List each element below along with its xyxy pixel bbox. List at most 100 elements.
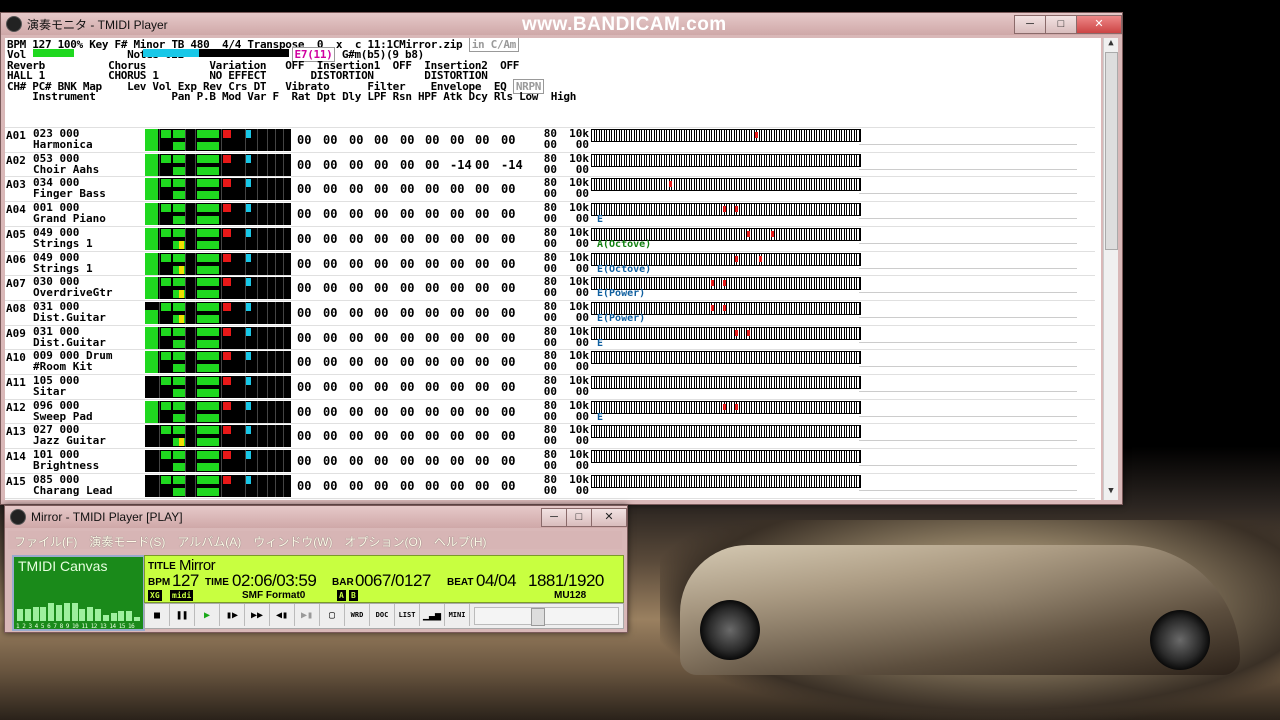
monitor-scrollbar[interactable]: ▲ ▼	[1103, 38, 1118, 500]
mini-button[interactable]: MINI	[445, 604, 470, 626]
parameter-value: 00	[501, 404, 516, 419]
minimize-button[interactable]: ─	[541, 507, 567, 527]
parameter-value: 00	[475, 281, 490, 296]
menu-bar: ファイル(F) 演奏モード(S) アルバム(A) ウィンドウ(W) オプション(O) ヘル…	[8, 531, 622, 549]
channel-row[interactable]: A07 030 000 OverdriveGtr 00 00 00 00 00 00 00 00 00…	[5, 275, 1095, 300]
scroll-up-arrow-icon[interactable]: ▲	[1104, 38, 1118, 52]
next-button[interactable]: ▶▮	[295, 604, 320, 626]
menu-item[interactable]: ヘルプ(H)	[428, 531, 493, 549]
scroll-down-arrow-icon[interactable]: ▼	[1104, 486, 1118, 500]
seek-slider[interactable]	[474, 607, 619, 626]
close-button[interactable]: ✕	[1076, 14, 1122, 34]
previous-button[interactable]: ◀▮	[270, 604, 295, 626]
maximize-button[interactable]: □	[566, 507, 592, 527]
parameter-value: 00	[501, 380, 516, 394]
channel-row[interactable]: A08 031 000 Dist.Guitar 00 00 00 00 00 00 00 00 00 8…	[5, 299, 1095, 325]
meter-divider	[257, 474, 258, 497]
channel-row[interactable]: A05 049 000 Strings 1 00 00 00 00 00 00 00 00 00 80 0…	[5, 225, 1095, 251]
channel-row[interactable]: A03 034 000 Finger Bass 00 00 00 00 00 00 00 00 00 8…	[5, 176, 1095, 201]
meter-divider	[275, 301, 276, 324]
pitchbend-meter	[197, 463, 219, 472]
minimize-button[interactable]: ─	[1014, 14, 1046, 34]
maximize-button[interactable]: □	[1045, 14, 1077, 34]
active-note	[723, 403, 726, 410]
menu-item[interactable]: アルバム(A)	[171, 531, 247, 549]
parameter-value: 00	[374, 478, 389, 493]
meter-divider	[257, 301, 258, 324]
meter-divider	[185, 153, 186, 176]
parameter-value: 00	[349, 182, 364, 197]
repeat-button[interactable]: ▢	[320, 604, 345, 626]
meter-divider	[275, 252, 276, 275]
meter-divider	[283, 178, 284, 201]
meter-divider	[159, 178, 160, 201]
doc-button[interactable]: DOC	[370, 604, 395, 626]
pause-button[interactable]: ❚❚	[170, 604, 195, 626]
pitchbend-meter	[197, 166, 219, 175]
channel-row[interactable]: A02 053 000 Choir Aahs 00 00 00 00 00 00 -14 00 -14…	[5, 151, 1095, 177]
active-note	[669, 181, 672, 188]
play-button[interactable]: ▶	[195, 604, 220, 626]
pan-meter	[173, 216, 185, 225]
meter-divider	[275, 326, 276, 349]
expression-meter	[173, 228, 185, 237]
xg-badge: XG	[148, 590, 162, 601]
seek-thumb[interactable]	[531, 608, 545, 626]
meter-divider	[221, 499, 222, 500]
channel-row[interactable]: A13 027 000 Jazz Guitar 00 00 00 00 00 00 00 00 00 8…	[5, 423, 1095, 448]
channel-meters	[145, 301, 291, 324]
channel-row[interactable]: A04 001 000 Grand Piano 00 00 00 00 00 00 00 00 00 8…	[5, 201, 1095, 226]
expression-meter-2	[197, 377, 219, 385]
channel-row[interactable]: A16070 000 SFX+Wind Chime000000000000000…	[5, 497, 1095, 501]
instrument-name: 001 000 Grand Piano	[33, 201, 106, 226]
channel-activity-bar	[134, 617, 140, 621]
menu-item[interactable]: 演奏モード(S)	[83, 531, 171, 549]
piano-keyboard	[591, 474, 861, 488]
meter-divider	[257, 227, 258, 250]
expression-meter-2	[197, 401, 219, 410]
channel-row[interactable]: A12 096 000 Sweep Pad 00 00 00 00 00 00 00 00 00 80 0…	[5, 398, 1095, 424]
meter-divider	[245, 277, 246, 300]
wrd-button[interactable]: WRD	[345, 604, 370, 626]
pan-meter	[173, 389, 185, 397]
parameter-value: 00	[425, 133, 440, 147]
channel-row[interactable]: A11 105 000 Sitar 00 00 00 00 00 00 00 00 00 80 00 10k…	[5, 374, 1095, 399]
meter-divider	[245, 301, 246, 324]
menu-item[interactable]: オプション(O)	[339, 531, 428, 549]
channel-row[interactable]: A09 031 000 Dist.Guitar 00 00 00 00 00 00 00 00 00 8…	[5, 324, 1095, 350]
close-button[interactable]: ✕	[591, 507, 627, 527]
active-note	[747, 329, 750, 336]
parameter-value: 00	[297, 231, 312, 246]
meter-divider	[185, 203, 186, 226]
pitchbend-meter	[197, 364, 219, 373]
parameter-value: 00	[297, 157, 312, 172]
parameter-value: 00	[323, 330, 338, 345]
meter-divider	[185, 227, 186, 250]
channel-row[interactable]: A14 101 000 Brightness 00 00 00 00 00 00 00 00 00 80…	[5, 448, 1095, 473]
pitchbend-meter	[197, 265, 219, 274]
channel-row[interactable]: A10 009 000 Drum #Room Kit 00 00 00 00 00 00 00 00…	[5, 349, 1095, 374]
meter-divider	[195, 450, 196, 473]
step-button[interactable]: ▮▶	[220, 604, 245, 626]
meter-divider	[185, 376, 186, 398]
meter-divider	[267, 129, 268, 151]
channel-row[interactable]: A06 049 000 Strings 1 00 00 00 00 00 00 00 00 00 80 0…	[5, 250, 1095, 276]
channel-activity-bar	[126, 611, 133, 621]
fast-forward-button[interactable]: ▶▶	[245, 604, 270, 626]
meter-divider	[159, 252, 160, 275]
list-button[interactable]: LIST	[395, 604, 420, 626]
menu-item[interactable]: ウィンドウ(W)	[247, 531, 338, 549]
parameter-value: 00	[475, 478, 490, 493]
parameter-value: 00	[450, 355, 465, 370]
stop-button[interactable]: ■	[145, 604, 170, 626]
channel-row[interactable]: A15 085 000 Charang Lead 00 00 00 00 00 00 00 00 00…	[5, 472, 1095, 498]
meter-divider	[257, 203, 258, 226]
parameter-value: 00	[501, 256, 516, 271]
tmidi-canvas[interactable]: TMIDI Canvas 1 2 3 4 5 6 7 8 9 10 11 12 …	[12, 555, 145, 631]
player-titlebar[interactable]: Mirror - TMIDI Player [PLAY] ─ □ ✕	[5, 506, 627, 528]
scroll-thumb[interactable]	[1105, 52, 1118, 250]
channel-row[interactable]: A01 023 000 Harmonica 00 00 00 00 00 00 00 00 00 80 0…	[5, 127, 1095, 152]
channel-number: A16	[6, 500, 26, 501]
spectrum-button[interactable]: ▁▃▅	[420, 604, 445, 626]
menu-item[interactable]: ファイル(F)	[8, 531, 83, 549]
